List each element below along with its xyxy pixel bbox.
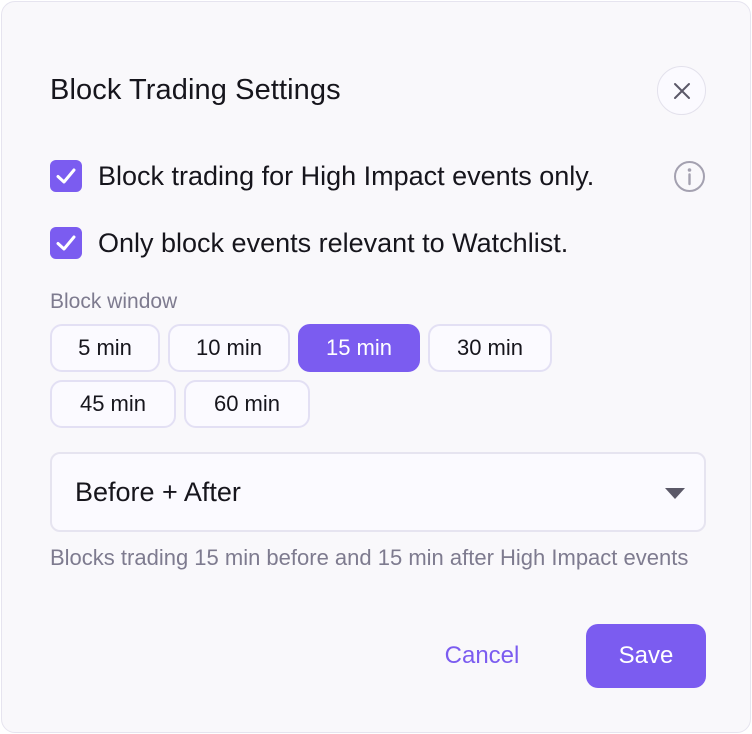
save-button[interactable]: Save bbox=[586, 624, 706, 688]
chip-45-min[interactable]: 45 min bbox=[50, 380, 176, 428]
timing-select-value: Before + After bbox=[75, 476, 241, 507]
block-trading-settings-dialog: Block Trading Settings Block trading for… bbox=[1, 1, 751, 733]
block-window-label: Block window bbox=[50, 290, 178, 313]
dialog-title: Block Trading Settings bbox=[50, 74, 341, 106]
timing-select[interactable]: Before + After bbox=[50, 452, 706, 532]
chip-5-min[interactable]: 5 min bbox=[50, 324, 160, 372]
chip-10-min[interactable]: 10 min bbox=[168, 324, 290, 372]
high-impact-label: Block trading for High Impact events onl… bbox=[98, 160, 595, 191]
checkmark-icon bbox=[56, 168, 76, 184]
help-text: Blocks trading 15 min before and 15 min … bbox=[50, 545, 689, 570]
option-watchlist-only[interactable]: Only block events relevant to Watchlist. bbox=[50, 227, 568, 259]
chip-30-min[interactable]: 30 min bbox=[428, 324, 552, 372]
caret-down-icon bbox=[665, 488, 685, 499]
checkmark-icon bbox=[56, 235, 76, 251]
watchlist-label: Only block events relevant to Watchlist. bbox=[98, 227, 569, 258]
watchlist-checkbox[interactable] bbox=[50, 227, 82, 259]
option-high-impact-only[interactable]: Block trading for High Impact events onl… bbox=[50, 160, 594, 192]
chip-15-min[interactable]: 15 min bbox=[298, 324, 420, 372]
info-icon[interactable] bbox=[673, 160, 706, 193]
close-icon bbox=[673, 82, 690, 99]
block-window-chips: 5 min 10 min 15 min 30 min 45 min 60 min bbox=[50, 324, 570, 436]
close-button[interactable] bbox=[657, 66, 706, 115]
chip-60-min[interactable]: 60 min bbox=[184, 380, 310, 428]
cancel-button[interactable]: Cancel bbox=[422, 624, 542, 688]
high-impact-checkbox[interactable] bbox=[50, 160, 82, 192]
